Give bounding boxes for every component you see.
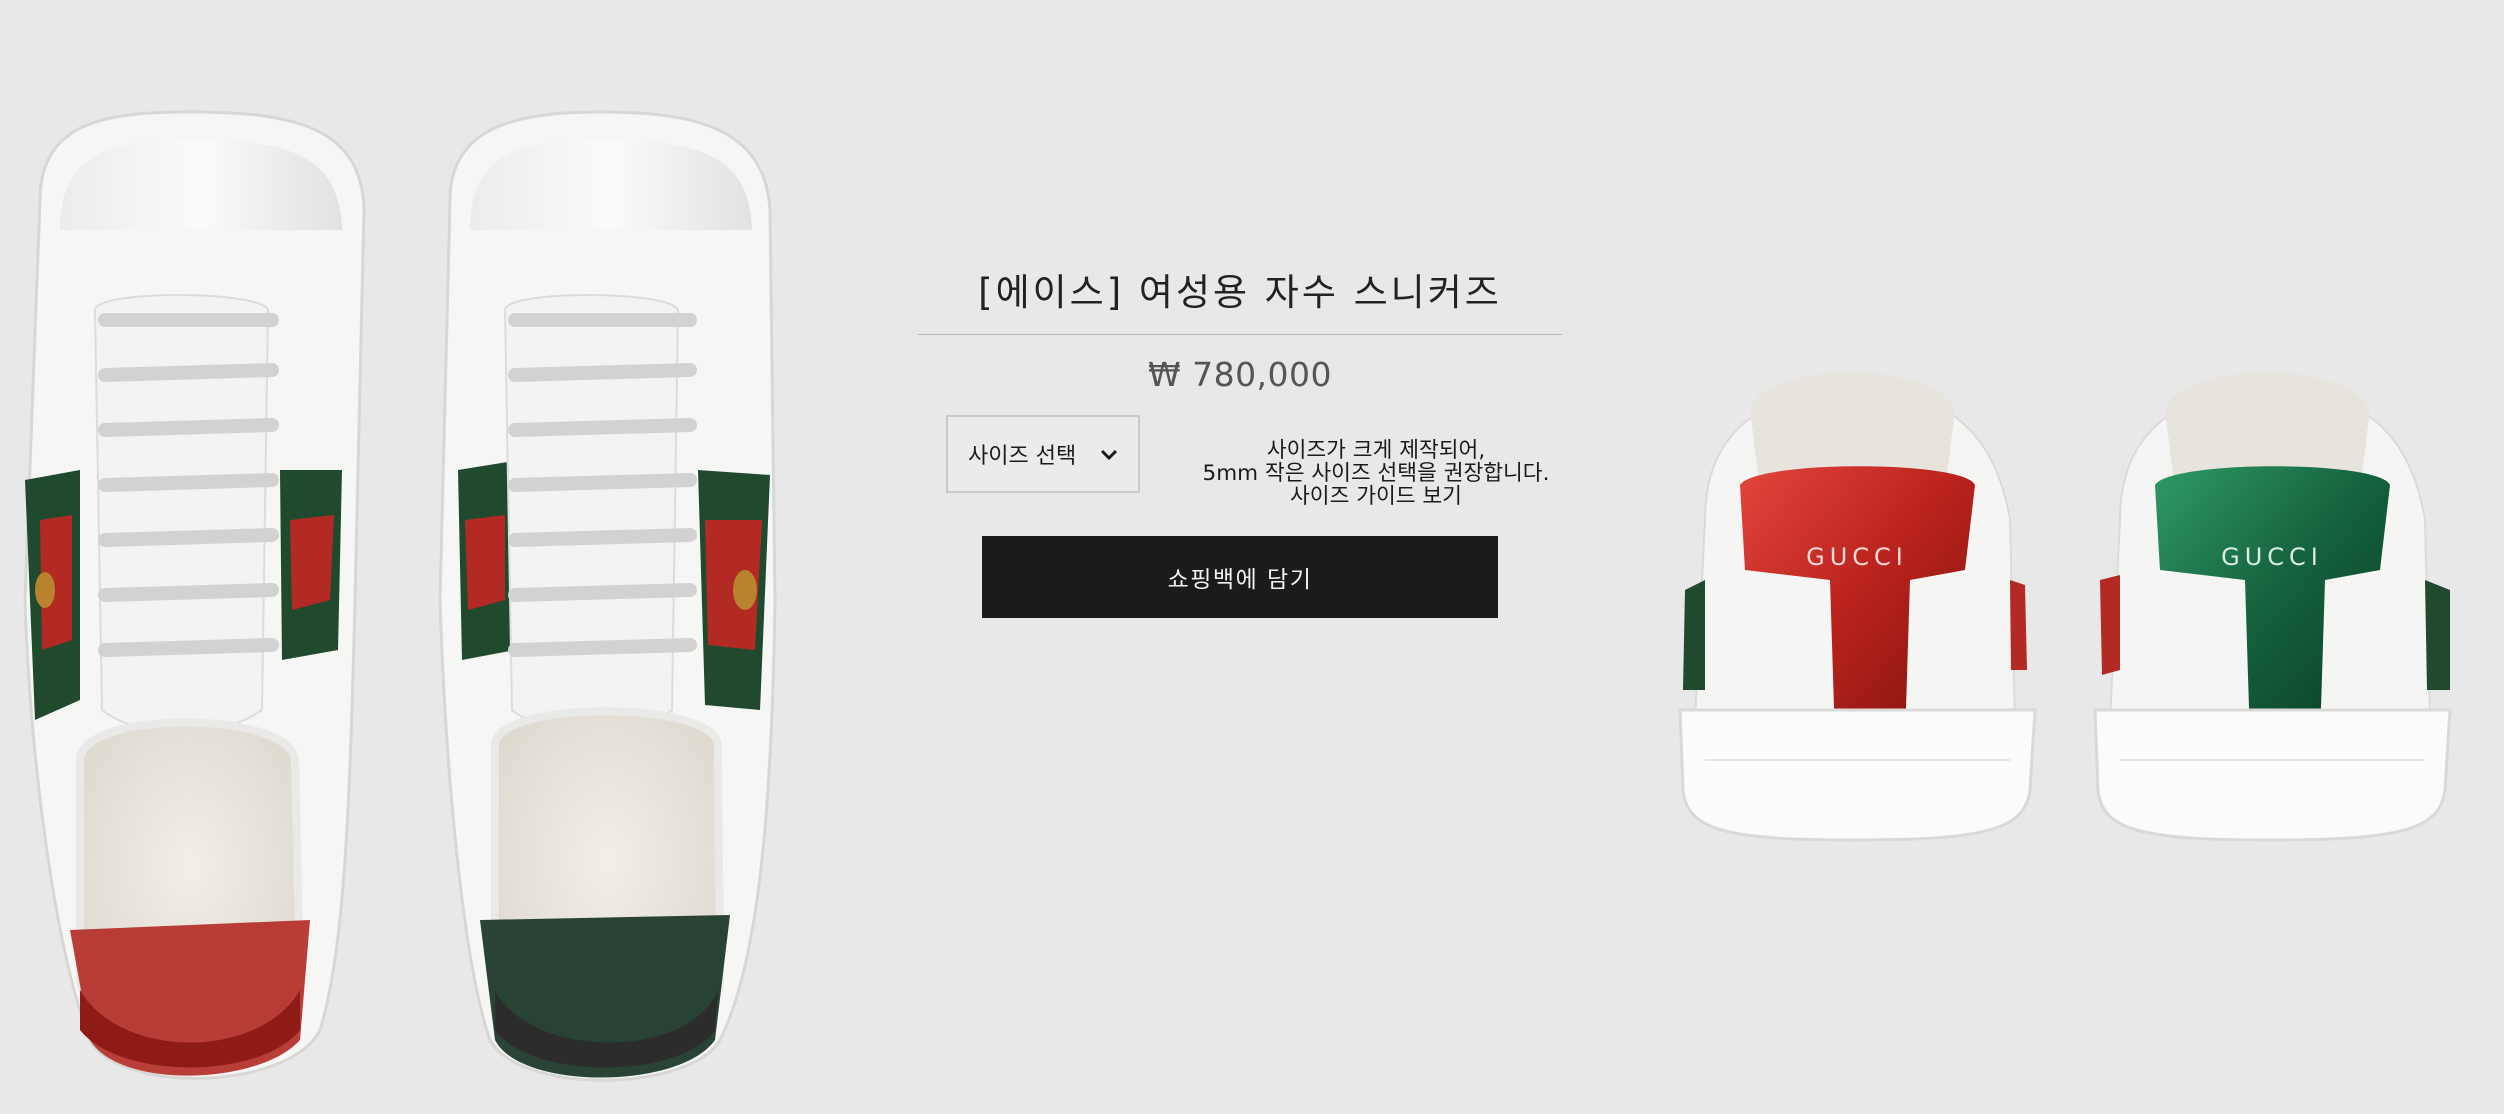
add-to-shopping-bag-button[interactable]: 쇼핑백에 담기: [982, 536, 1498, 618]
product-price: ₩ 780,000: [1147, 355, 1333, 394]
chevron-down-icon: [1100, 449, 1118, 461]
size-select-label: 사이즈 선택: [968, 444, 1077, 469]
heel-logo-left: GUCCI: [1806, 543, 1908, 571]
heel-logo-right: GUCCI: [2221, 543, 2323, 571]
size-row: 사이즈 선택 사이즈가 크게 제작되어, 5mm 작은 사이즈 선택을 권장합니…: [946, 415, 1566, 508]
size-note-line-2: 5mm 작은 사이즈 선택을 권장합니다.: [1202, 461, 1550, 486]
product-image-back-view: GUCCI GUCCI: [1678, 372, 2452, 842]
size-select-dropdown[interactable]: 사이즈 선택: [946, 415, 1140, 493]
product-info-panel: [에이스] 여성용 자수 스니커즈 ₩ 780,000 사이즈 선택 사이즈가 …: [918, 250, 1562, 618]
right-shoe-top: [438, 110, 777, 1082]
product-image-top-view: [23, 110, 777, 1082]
size-note-line-1: 사이즈가 크게 제작되어,: [1266, 438, 1486, 463]
left-shoe-back: GUCCI: [1678, 372, 2037, 842]
left-shoe-top: [23, 110, 366, 1080]
right-shoe-back: GUCCI: [2093, 372, 2452, 842]
size-guide-link[interactable]: 사이즈 가이드 보기: [1166, 485, 1586, 508]
size-advice-note: 사이즈가 크게 제작되어, 5mm 작은 사이즈 선택을 권장합니다. 사이즈 …: [1166, 439, 1586, 508]
product-title: [에이스] 여성용 자수 스니커즈: [918, 250, 1562, 335]
